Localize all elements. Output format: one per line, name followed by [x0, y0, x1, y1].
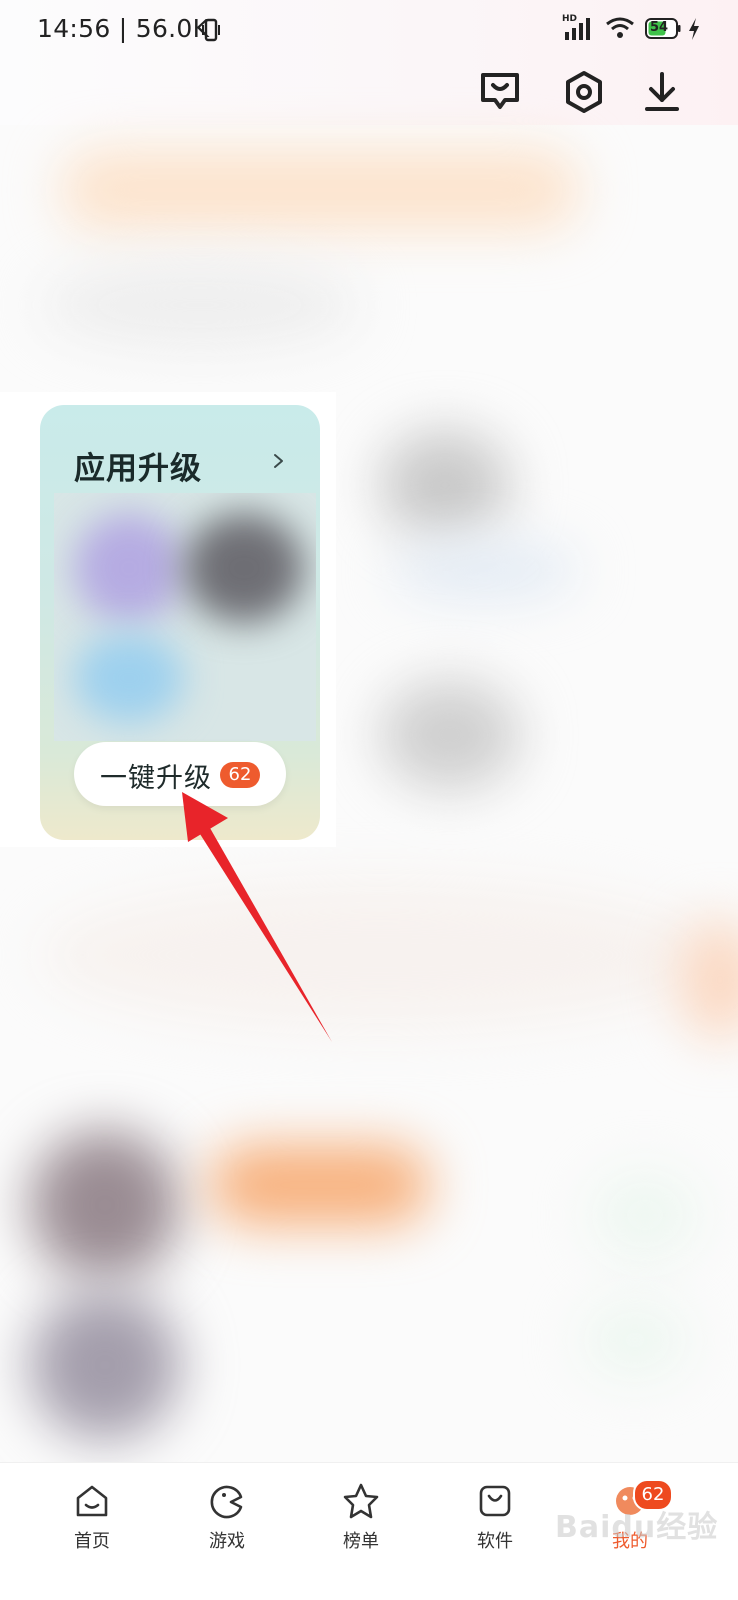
blurred-accent	[590, 1170, 700, 1260]
nav-item-games[interactable]: 游戏	[182, 1481, 272, 1561]
app-upgrade-card[interactable]: 应用升级 一键升级 62	[40, 405, 320, 840]
settings-icon	[566, 71, 602, 113]
game-icon	[210, 1485, 243, 1519]
vibrate-icon	[202, 18, 220, 42]
blurred-app-icon	[380, 430, 510, 540]
nav-label-games: 游戏	[209, 1531, 245, 1552]
blurred-avatar	[30, 1290, 180, 1440]
status-bar: 14:56 | 56.0K HD 54	[0, 0, 738, 60]
blurred-button	[210, 1145, 430, 1225]
blurred-banner	[60, 150, 580, 230]
nav-item-rankings[interactable]: 榜单	[316, 1481, 406, 1561]
blurred-accent	[580, 1300, 690, 1380]
red-arrow-annotation	[182, 792, 332, 1042]
chevron-right-icon[interactable]	[268, 449, 288, 473]
nav-label-home: 首页	[74, 1531, 110, 1552]
baidu-watermark: Baidu经验	[555, 1510, 719, 1545]
app-screen: 14:56 | 56.0K HD 54 应用升级 一键升级 62 首页 游戏 榜…	[0, 0, 738, 1600]
message-icon	[481, 73, 519, 109]
blurred-row	[40, 880, 720, 1030]
blurred-app-icon	[380, 680, 520, 790]
wifi-icon	[606, 17, 634, 38]
blurred-row	[40, 260, 360, 350]
bag-icon	[479, 1485, 511, 1517]
nav-item-software[interactable]: 软件	[450, 1481, 540, 1561]
battery-level: 54	[650, 20, 669, 35]
status-time: 14:56 | 56.0K	[37, 14, 210, 43]
nav-label-software: 软件	[477, 1531, 513, 1552]
download-icon	[645, 72, 679, 111]
blurred-app-icon	[390, 540, 580, 600]
download-button[interactable]	[638, 68, 686, 116]
blurred-app-icons	[54, 493, 316, 741]
home-icon	[76, 1485, 108, 1517]
signal-icon	[565, 18, 590, 40]
message-button[interactable]	[476, 68, 524, 116]
upgrade-count-badge: 62	[220, 762, 260, 788]
star-icon	[343, 1483, 379, 1519]
nav-label-rankings: 榜单	[343, 1531, 379, 1552]
settings-button[interactable]	[560, 68, 608, 116]
nav-item-home[interactable]: 首页	[47, 1481, 137, 1561]
card-title: 应用升级	[74, 451, 202, 487]
charging-icon	[689, 18, 699, 40]
blurred-avatar	[30, 1130, 180, 1280]
